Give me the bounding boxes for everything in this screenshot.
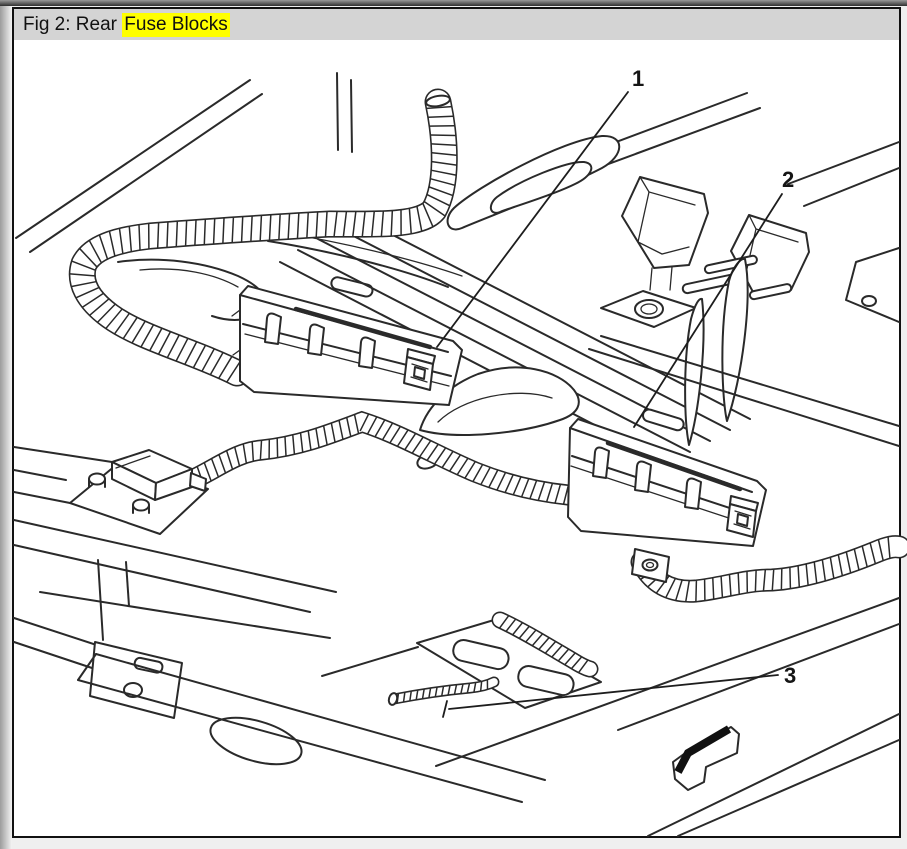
figure-caption-bar: Fig 2: Rear Fuse Blocks	[14, 9, 899, 40]
window-top-edge	[0, 0, 907, 6]
caption-prefix: Fig 2: Rear	[23, 13, 123, 35]
figure-window: Fig 2: Rear Fuse Blocks	[12, 7, 901, 838]
window-left-edge	[0, 6, 12, 849]
caption-highlight: Fuse Blocks	[122, 12, 230, 37]
